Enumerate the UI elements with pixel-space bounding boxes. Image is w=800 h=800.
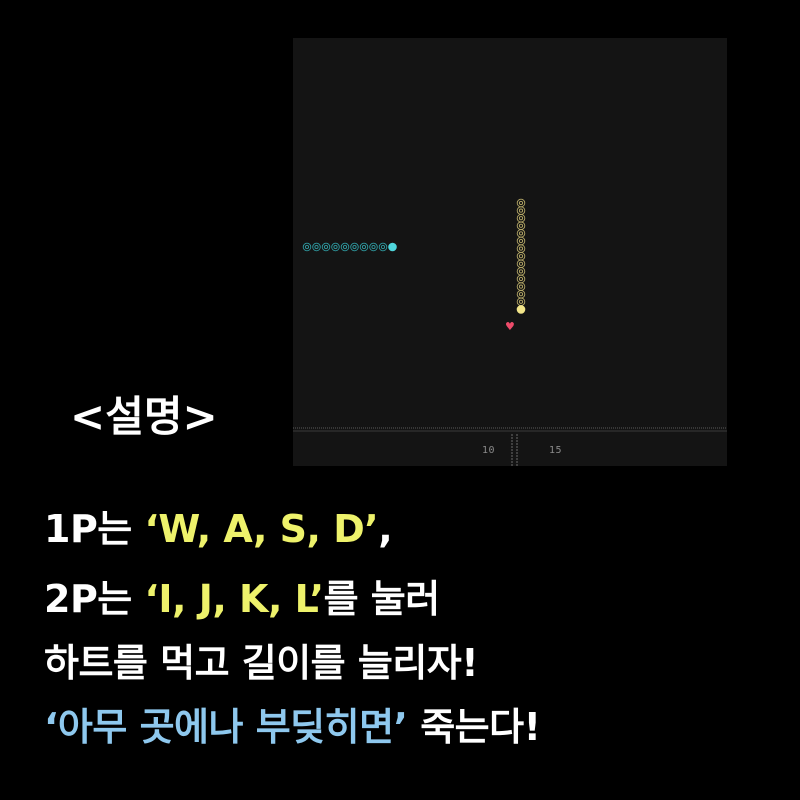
heart-icon: ♥: [505, 320, 515, 333]
player2-segment: [516, 236, 526, 246]
player2-head: [516, 305, 526, 314]
player1-keys: ‘W, A, S, D’: [144, 507, 379, 551]
player1-segment: [350, 242, 359, 252]
section-title: <설명>: [70, 392, 218, 441]
instruction-line-3: 하트를 먹고 길이를 늘리자!: [44, 641, 479, 685]
player1-segment: [302, 242, 312, 252]
player2-segment: [516, 229, 526, 238]
line2-suffix: 를 눌러: [323, 577, 441, 621]
player2-segment: [516, 198, 526, 208]
player2-segment: [516, 251, 526, 261]
warning-text: ‘아무 곳에나 부딪히면’: [44, 705, 408, 749]
line1-prefix: 1P는: [44, 507, 145, 551]
instruction-line-1: 1P는 ‘W, A, S, D’,: [44, 507, 393, 551]
player1-segment: [369, 242, 378, 252]
player2-segment: [516, 289, 526, 299]
player1-segment: [321, 242, 331, 252]
player1-segment: [359, 242, 369, 252]
instruction-line-4: ‘아무 곳에나 부딪히면’ 죽는다!: [44, 705, 541, 749]
player2-segment: [516, 259, 526, 269]
player1-segment: [331, 242, 340, 252]
player2-segment: [516, 267, 526, 276]
line2-prefix: 2P는: [44, 577, 145, 621]
player2-keys: ‘I, J, K, L’: [144, 577, 324, 621]
player2-segment: [516, 206, 526, 215]
player1-segment: [378, 242, 388, 252]
game-board[interactable]: ♥ 10 15: [293, 38, 727, 466]
player2-segment: [516, 213, 526, 223]
player2-snake: [516, 198, 526, 314]
player1-segment: [340, 242, 350, 252]
instruction-line-2: 2P는 ‘I, J, K, L’를 눌러: [44, 580, 440, 618]
player2-segment: [516, 244, 526, 253]
player1-head: [388, 242, 397, 252]
line1-suffix: ,: [378, 507, 393, 551]
player1-snake: [302, 242, 397, 252]
line4-suffix: 죽는다!: [407, 705, 541, 749]
player2-score: 15: [549, 445, 563, 456]
player2-segment: [516, 282, 526, 291]
player1-score: 10: [482, 445, 496, 456]
player2-segment: [516, 274, 526, 284]
player2-segment: [516, 297, 526, 307]
player1-segment: [312, 242, 321, 252]
game-canvas: ♥: [293, 198, 727, 466]
player2-segment: [516, 221, 526, 231]
